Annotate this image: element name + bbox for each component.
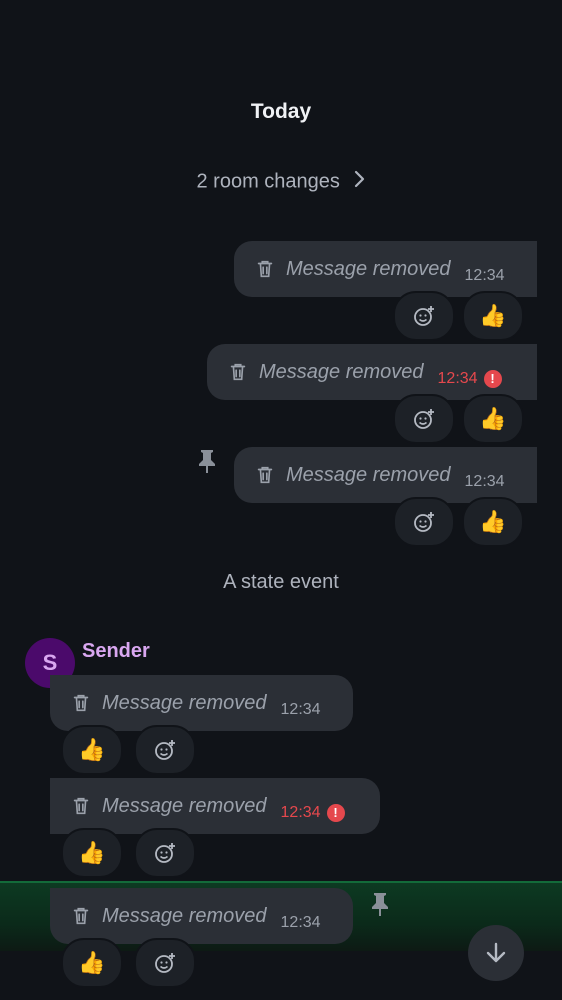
message-timestamp: 12:34 [464, 473, 505, 490]
thumbs-up-reaction: 👍 [78, 737, 106, 762]
reaction-chip[interactable]: 👍 [462, 497, 524, 547]
trash-icon [257, 466, 273, 484]
message-text: Message removed [102, 691, 267, 714]
add-reaction-icon [155, 953, 175, 973]
message-text: Message removed [102, 904, 267, 927]
add-reaction-button[interactable] [134, 828, 196, 878]
message-bubble[interactable]: Message removed 12:34 [234, 241, 537, 297]
message-bubble[interactable]: Message removed 12:34 [50, 888, 353, 944]
state-event: A state event [223, 571, 339, 593]
reaction-chip[interactable]: 👍 [61, 725, 123, 775]
trash-icon [73, 907, 89, 925]
day-divider: Today [250, 100, 312, 123]
trash-icon [73, 797, 89, 815]
add-reaction-icon [414, 306, 434, 326]
message-text: Message removed [286, 463, 451, 486]
add-reaction-icon [155, 843, 175, 863]
arrow-down-icon [486, 942, 506, 963]
scroll-to-bottom-button[interactable] [468, 925, 524, 981]
reaction-chip[interactable]: 👍 [462, 291, 524, 341]
add-reaction-button[interactable] [393, 291, 455, 341]
message-bubble[interactable]: Message removed 12:34! [50, 778, 380, 834]
trash-icon [73, 694, 89, 712]
message-timestamp: 12:34 [280, 701, 321, 718]
add-reaction-icon [414, 512, 434, 532]
reaction-chip[interactable]: 👍 [462, 394, 524, 444]
trash-icon [257, 260, 273, 278]
error-icon[interactable]: ! [326, 803, 345, 822]
room-changes-summary[interactable]: 2 room changes [0, 170, 562, 194]
thumbs-up-reaction: 👍 [78, 840, 106, 865]
add-reaction-icon [414, 409, 434, 429]
pin-icon [199, 450, 215, 473]
thumbs-up-reaction: 👍 [479, 406, 507, 431]
add-reaction-icon [155, 740, 175, 760]
message-bubble[interactable]: Message removed 12:34 [234, 447, 537, 503]
sender-name[interactable]: Sender [82, 640, 150, 663]
message-timestamp: 12:34 [464, 267, 505, 284]
message-text: Message removed [102, 794, 267, 817]
add-reaction-button[interactable] [393, 394, 455, 444]
message-text: Message removed [286, 257, 451, 280]
thumbs-up-reaction: 👍 [479, 509, 507, 534]
message-bubble[interactable]: Message removed 12:34! [207, 344, 537, 400]
message-timestamp: 12:34 [280, 804, 321, 822]
reaction-chip[interactable]: 👍 [61, 828, 123, 878]
room-changes-label: 2 room changes [196, 170, 340, 193]
message-timestamp: 12:34 [280, 914, 321, 931]
message-text: Message removed [259, 360, 424, 383]
reaction-chip[interactable]: 👍 [61, 938, 123, 988]
trash-icon [230, 363, 246, 381]
thumbs-up-reaction: 👍 [78, 950, 106, 975]
message-timestamp-failed: 12:34! [280, 803, 345, 822]
message-bubble[interactable]: Message removed 12:34 [50, 675, 353, 731]
add-reaction-button[interactable] [134, 938, 196, 988]
thumbs-up-reaction: 👍 [479, 303, 507, 328]
add-reaction-button[interactable] [393, 497, 455, 547]
chevron-right-icon [353, 170, 365, 194]
error-icon[interactable]: ! [483, 369, 502, 388]
message-timestamp: 12:34 [437, 370, 478, 388]
pin-icon [372, 893, 388, 916]
add-reaction-button[interactable] [134, 725, 196, 775]
message-timestamp-failed: 12:34! [437, 369, 502, 388]
